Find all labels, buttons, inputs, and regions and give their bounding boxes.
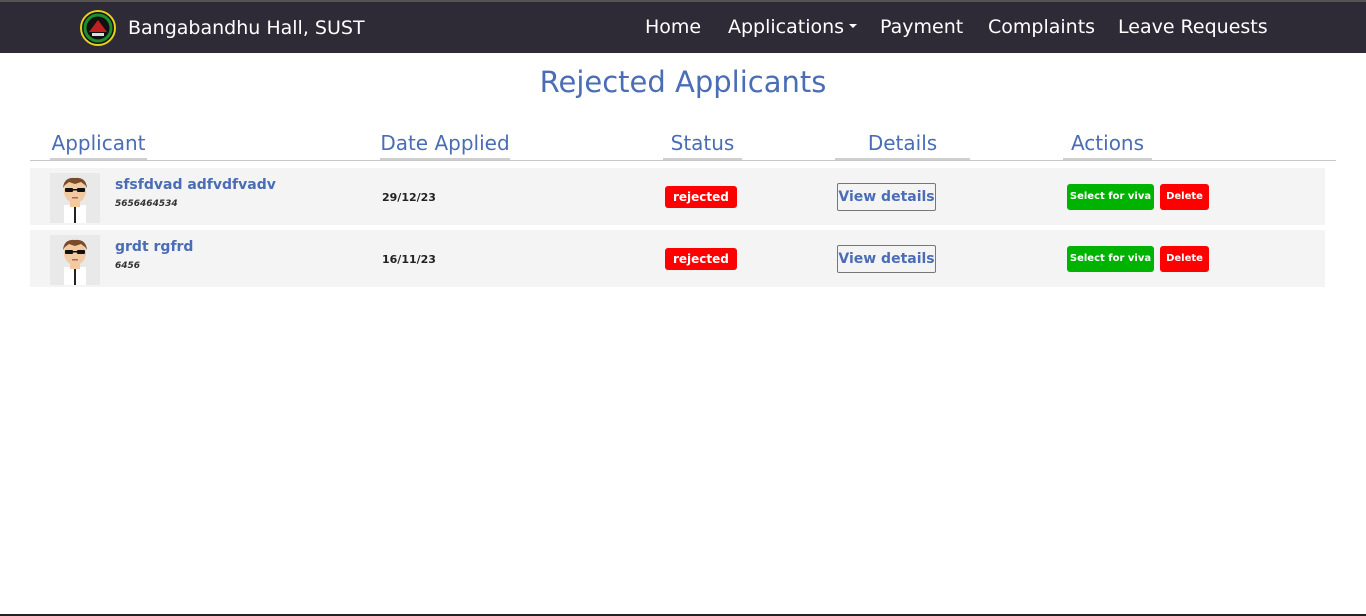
- applicant-name[interactable]: sfsfdvad adfvdfvadv: [115, 177, 276, 193]
- delete-button[interactable]: Delete: [1160, 184, 1209, 210]
- applicant-reg-number: 5656464534: [115, 199, 178, 209]
- top-navbar: Bangabandhu Hall, SUST Home Applications…: [0, 2, 1366, 53]
- status-badge: rejected: [665, 186, 737, 208]
- hall-logo-icon: [80, 10, 116, 46]
- delete-button[interactable]: Delete: [1160, 246, 1209, 272]
- header-divider: [30, 160, 1336, 161]
- applicant-name[interactable]: grdt rgfrd: [115, 239, 193, 255]
- page-title: Rejected Applicants: [539, 65, 827, 99]
- table-row: grdt rgfrd 6456 16/11/23 rejected View d…: [30, 230, 1325, 287]
- nav-applications[interactable]: Applications: [728, 16, 858, 38]
- view-details-button[interactable]: View details: [837, 245, 936, 273]
- nav-complaints[interactable]: Complaints: [988, 16, 1095, 38]
- avatar: [50, 173, 100, 223]
- column-header-applicant: Applicant: [50, 131, 147, 160]
- status-badge: rejected: [665, 248, 737, 270]
- applied-date: 16/11/23: [382, 253, 436, 266]
- applicant-reg-number: 6456: [115, 261, 141, 271]
- nav-leave-requests[interactable]: Leave Requests: [1118, 16, 1268, 38]
- column-header-status: Status: [663, 131, 742, 160]
- column-header-actions: Actions: [1063, 131, 1152, 160]
- avatar-icon: [63, 239, 87, 285]
- view-details-button[interactable]: View details: [837, 183, 936, 211]
- nav-payment[interactable]: Payment: [880, 16, 963, 38]
- avatar: [50, 235, 100, 285]
- select-for-viva-button[interactable]: Select for viva: [1067, 184, 1154, 210]
- brand[interactable]: Bangabandhu Hall, SUST: [79, 8, 365, 48]
- nav-applications-label: Applications: [728, 16, 845, 38]
- select-for-viva-button[interactable]: Select for viva: [1067, 246, 1154, 272]
- chevron-down-icon: [849, 23, 858, 28]
- column-header-details: Details: [835, 131, 970, 160]
- avatar-icon: [63, 177, 87, 223]
- column-header-date-applied: Date Applied: [380, 131, 510, 160]
- brand-name: Bangabandhu Hall, SUST: [128, 17, 365, 39]
- table-row: sfsfdvad adfvdfvadv 5656464534 29/12/23 …: [30, 168, 1325, 225]
- applied-date: 29/12/23: [382, 191, 436, 204]
- nav-home[interactable]: Home: [645, 16, 701, 38]
